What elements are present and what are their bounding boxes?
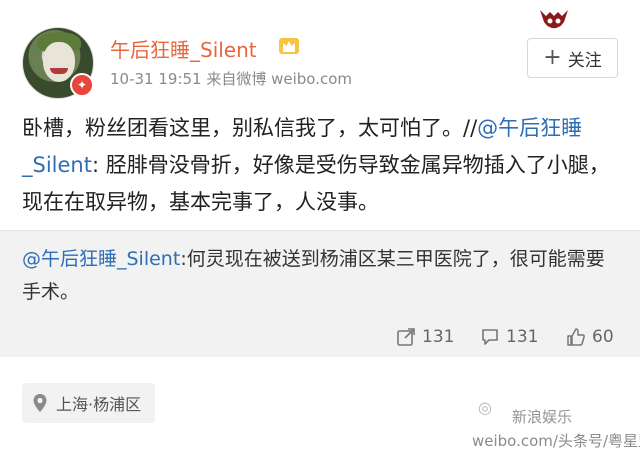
location-tag[interactable]: 上海·杨浦区	[22, 383, 156, 423]
watermark-line-2: weibo.com/头条号/粤星监督	[472, 432, 640, 450]
comment-action[interactable]: 131	[480, 327, 538, 347]
reposted-block[interactable]: @午后狂睡_Silent:何灵现在被送到杨浦区某三甲医院了，很可能需要手术。 1…	[0, 230, 640, 357]
repost-content: @午后狂睡_Silent:何灵现在被送到杨浦区某三甲医院了，很可能需要手术。	[22, 243, 622, 309]
verified-badge-icon: ✦	[70, 73, 94, 97]
repost-count: 131	[422, 327, 455, 347]
follow-button[interactable]: + 关注	[527, 38, 618, 78]
location-label: 上海·杨浦区	[56, 395, 142, 414]
repost-icon	[397, 328, 415, 346]
post-content: 卧槽，粉丝团看这里，别私信我了，太可怕了。//@午后狂睡_Silent: 胫腓骨…	[22, 110, 622, 221]
crown-icon	[279, 38, 299, 54]
content-text-before: 卧槽，粉丝团看这里，别私信我了，太可怕了。//	[22, 116, 478, 140]
comment-icon	[482, 329, 498, 345]
follow-label: 关注	[567, 50, 602, 71]
avatar-face	[43, 42, 75, 82]
comment-count: 131	[506, 327, 539, 347]
watermark: ◎ 新浪娱乐 weibo.com/头条号/粤星监督	[472, 398, 640, 457]
username[interactable]: 午后狂睡_Silent	[110, 34, 257, 63]
location-pin-icon	[33, 394, 47, 412]
post-meta: 10-31 19:51 来自微博 weibo.com	[110, 70, 353, 88]
like-count: 60	[592, 327, 614, 347]
weibo-post: ✦ 午后狂睡_Silent 10-31 19:51 来自微博 weibo.com…	[0, 0, 640, 457]
watermark-line-1: 新浪娱乐	[512, 408, 573, 426]
weibo-logo-icon: ◎	[478, 398, 492, 417]
repost-mention-link[interactable]: @午后狂睡_Silent	[22, 248, 180, 270]
thumb-up-icon	[567, 328, 585, 346]
like-action[interactable]: 60	[566, 327, 614, 347]
content-text-after: : 胫腓骨没骨折，好像是受伤导致金属异物插入了小腿，现在在取异物，基本完事了，人…	[22, 153, 610, 214]
plus-icon: +	[543, 45, 562, 70]
demon-logo-icon	[540, 10, 568, 30]
repost-action[interactable]: 131	[396, 327, 454, 347]
